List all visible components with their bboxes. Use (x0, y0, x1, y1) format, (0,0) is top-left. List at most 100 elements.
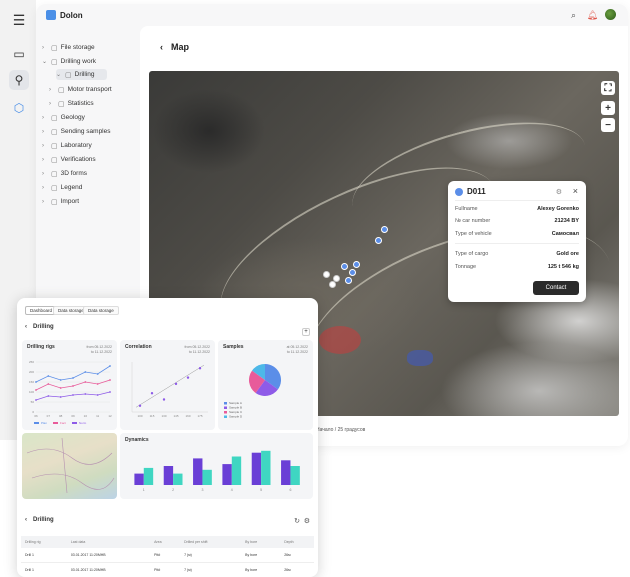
vehicle-marker[interactable] (349, 269, 356, 276)
bar (222, 464, 232, 485)
chevron-right-icon: › (42, 184, 44, 191)
popup-header: D011 (455, 187, 486, 196)
vehicle-marker[interactable] (381, 226, 388, 233)
add-icon[interactable]: + (302, 328, 310, 336)
popup-row: Type of vehicle Самосвал (455, 231, 579, 237)
table-row[interactable]: Drill 1 03.01.2017 11:20МНВ Pit# 7 (м) B… (21, 548, 314, 563)
card-dynamics: Dynamics 123456 (120, 433, 313, 499)
zoom-in-icon[interactable]: + (601, 101, 615, 115)
tick-label: 6 (289, 488, 291, 492)
back-arrow-icon[interactable]: ‹ (25, 324, 27, 330)
zone-blue (407, 350, 433, 366)
vehicle-marker[interactable] (341, 263, 348, 270)
row-value: Самосвал (551, 231, 579, 237)
cube-icon[interactable]: ⬡ (9, 98, 29, 118)
tree-item-3d-forms[interactable]: › ▢ 3D forms (42, 168, 87, 179)
tick-label: 100 (137, 414, 142, 418)
settings-icon[interactable]: ⚙ (556, 188, 562, 196)
legend-item: Sample B (229, 406, 242, 410)
notification-icon[interactable]: 🔔︎ (587, 10, 598, 21)
tree-item-drilling[interactable]: ⌄ ▢ Drilling (56, 69, 107, 80)
column-header[interactable]: Area (150, 536, 181, 548)
tick-label: 115 (150, 414, 155, 418)
tree-item-motor-transport[interactable]: › ▢ Motor transport (49, 84, 112, 95)
folder-icon: ▢ (51, 198, 58, 206)
fullscreen-icon[interactable]: ⛶ (601, 81, 615, 95)
table-cell: 7 (м) (180, 548, 242, 563)
tick-label: 160 (185, 414, 190, 418)
map-coords: Начало / 25 градусов (316, 427, 366, 433)
table-cell: 26м (280, 548, 314, 563)
vehicle-marker[interactable] (333, 275, 340, 282)
tick-label: 4 (231, 488, 233, 492)
column-header[interactable]: Last data (66, 536, 151, 548)
refresh-icon[interactable]: ↻ (294, 517, 300, 525)
tree-item-file-storage[interactable]: › ▢ File storage (42, 42, 95, 53)
vehicle-popup: D011 ⚙ × Fullname Alexey Gorenko № car nu… (448, 181, 586, 302)
tree-label: Motor transport (67, 86, 112, 93)
tree-item-drilling-work[interactable]: ⌄ ▢ Drilling work (42, 56, 96, 67)
close-icon[interactable]: × (573, 186, 578, 196)
monitor-icon[interactable]: ▭ (9, 44, 29, 64)
bar (134, 473, 144, 485)
tree-item-verifications[interactable]: › ▢ Verifications (42, 154, 96, 165)
tree-item-laboratory[interactable]: › ▢ Laboratory (42, 140, 92, 151)
legend-swatch (224, 406, 227, 409)
tree-label: File storage (60, 44, 95, 51)
legend-item: Plan (34, 421, 47, 425)
table-row[interactable]: Drill 1 03.01.2017 11:20МНВ Pit# 7 (м) B… (21, 562, 314, 577)
column-header[interactable]: Drilled per shift (180, 536, 242, 548)
series-line (35, 365, 111, 383)
tree-item-sending-samples[interactable]: › ▢ Sending samples (42, 126, 111, 137)
contact-button[interactable]: Contact (533, 281, 579, 295)
data-point (72, 385, 74, 387)
chevron-down-icon: ⌄ (42, 59, 48, 65)
tree-item-statistics[interactable]: › ▢ Statistics (49, 98, 94, 109)
zoom-out-icon[interactable]: − (601, 118, 615, 132)
page-title: ‹ Map (160, 42, 189, 52)
pie-chart: Sample ASample BSample CSample D (224, 364, 281, 419)
mini-map[interactable] (22, 433, 117, 499)
tick-label: 175 (197, 414, 202, 418)
vehicle-marker[interactable] (323, 271, 330, 278)
back-arrow-icon[interactable]: ‹ (25, 517, 27, 523)
chevron-right-icon: › (42, 128, 44, 135)
route-icon[interactable]: ⚲ (9, 70, 29, 90)
search-icon[interactable]: ⌕ (571, 10, 576, 21)
tree-item-import[interactable]: › ▢ Import (42, 196, 79, 207)
shield-icon (455, 187, 463, 196)
tick-label: 130 (161, 414, 166, 418)
avatar[interactable] (605, 9, 616, 20)
bar (143, 467, 154, 485)
brand-name: Dolon (60, 10, 83, 20)
column-header[interactable]: Depth (280, 536, 314, 548)
vehicle-marker[interactable] (375, 237, 382, 244)
scatter-chart: 100 115 130 145 160 175 (131, 362, 208, 418)
zone-red (319, 326, 361, 354)
data-point (47, 395, 50, 397)
settings-icon[interactable]: ⚙ (304, 517, 310, 525)
data-point (35, 399, 37, 401)
column-header[interactable]: By bore (241, 536, 281, 548)
tick-label: 2 (172, 488, 174, 492)
card-correlation: Correlation from 05.12.2022 to 11.12.2022… (120, 340, 215, 430)
data-point (186, 376, 190, 379)
row-label: Type of cargo (455, 251, 489, 257)
tree-item-legend[interactable]: › ▢ Legend (42, 182, 82, 193)
chevron-right-icon: › (42, 170, 44, 177)
chevron-right-icon: › (42, 142, 44, 149)
vehicle-marker[interactable] (353, 261, 360, 268)
tree-item-geology[interactable]: › ▢ Geology (42, 112, 85, 123)
chevron-right-icon: › (42, 198, 44, 205)
folder-icon: ▢ (51, 184, 58, 192)
folder-icon: ▢ (51, 170, 58, 178)
tick-label: 200 (29, 370, 34, 374)
tab-data-storage-2[interactable]: Data storage (83, 306, 119, 315)
back-arrow-icon[interactable]: ‹ (160, 42, 163, 52)
menu-icon[interactable]: ☰ (9, 10, 29, 30)
vehicle-marker[interactable] (329, 281, 336, 288)
vehicle-marker[interactable] (345, 277, 352, 284)
series-line (35, 391, 111, 401)
table-cell: Pit# (150, 562, 181, 577)
column-header[interactable]: Drilling rig (21, 536, 67, 548)
